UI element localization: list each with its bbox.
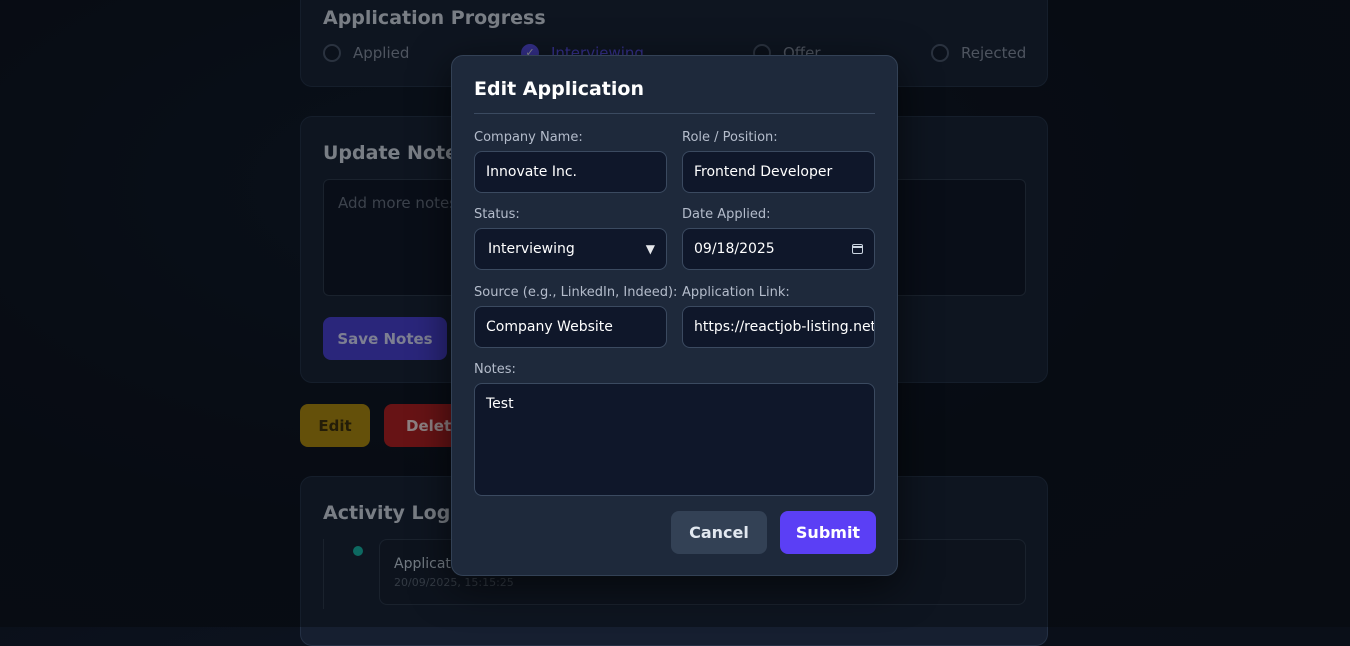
status-select[interactable]: Interviewing ▼ <box>474 228 667 270</box>
notes-label: Notes: <box>474 362 516 377</box>
application-detail-page: Application Progress Applied ✓ Interview… <box>0 0 1350 646</box>
link-value: https://reactjob-listing.netl <box>694 319 875 335</box>
role-input[interactable]: Frontend Developer <box>682 151 875 193</box>
role-value: Frontend Developer <box>694 164 833 180</box>
company-value: Innovate Inc. <box>486 164 578 180</box>
date-value: 09/18/2025 <box>694 241 775 257</box>
notes-input[interactable]: Test <box>474 383 875 496</box>
edit-application-modal: Edit Application Company Name: Innovate … <box>451 55 898 576</box>
source-value: Company Website <box>486 319 613 335</box>
modal-divider <box>474 113 875 114</box>
cancel-button[interactable]: Cancel <box>671 511 767 554</box>
link-label: Application Link: <box>682 285 790 300</box>
date-label: Date Applied: <box>682 207 771 222</box>
date-input[interactable]: 09/18/2025 <box>682 228 875 270</box>
link-input[interactable]: https://reactjob-listing.netl <box>682 306 875 348</box>
chevron-down-icon: ▼ <box>645 242 655 256</box>
calendar-icon[interactable] <box>852 244 863 254</box>
status-value: Interviewing <box>488 241 575 257</box>
role-label: Role / Position: <box>682 130 778 145</box>
source-input[interactable]: Company Website <box>474 306 667 348</box>
company-label: Company Name: <box>474 130 583 145</box>
modal-title: Edit Application <box>474 78 644 100</box>
source-label: Source (e.g., LinkedIn, Indeed): <box>474 285 678 300</box>
status-label: Status: <box>474 207 520 222</box>
company-input[interactable]: Innovate Inc. <box>474 151 667 193</box>
submit-button[interactable]: Submit <box>780 511 876 554</box>
